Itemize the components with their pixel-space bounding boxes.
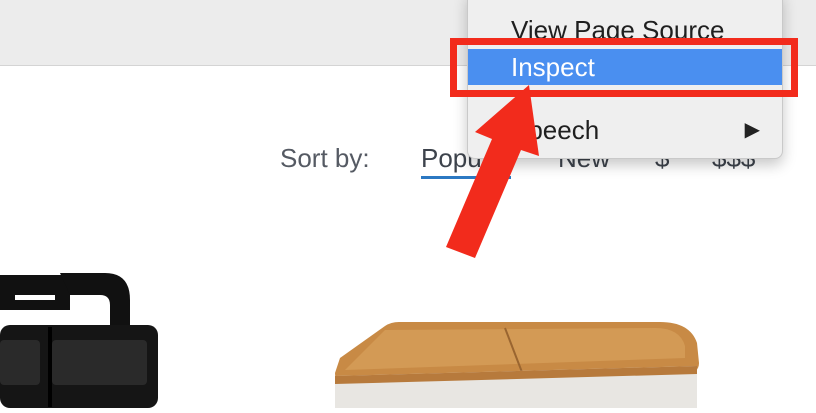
bamboo-lid-container-image bbox=[335, 322, 699, 408]
annotation-highlight-box bbox=[450, 38, 798, 97]
submenu-arrow-icon: ▶ bbox=[744, 119, 760, 141]
menu-item-label: Speech bbox=[511, 115, 600, 145]
black-storage-caddy-image bbox=[0, 273, 158, 408]
sort-by-label: Sort by: bbox=[280, 143, 370, 173]
menu-item-speech[interactable]: Speech ▶ bbox=[468, 112, 782, 148]
product-image-bamboo-container[interactable] bbox=[325, 318, 705, 408]
product-image-storage-caddy[interactable] bbox=[0, 265, 170, 408]
